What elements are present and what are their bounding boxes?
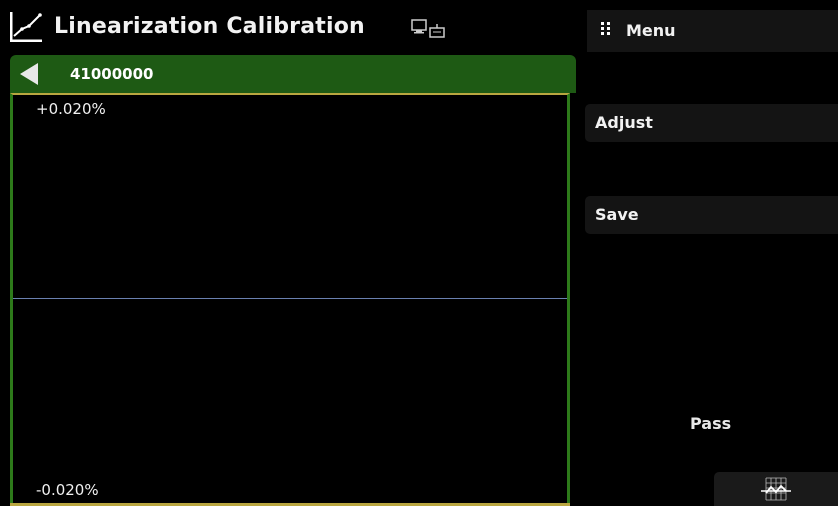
status-text: Pass <box>690 414 732 433</box>
grid-menu-icon <box>601 22 610 35</box>
back-arrow-icon[interactable] <box>16 61 44 87</box>
zero-line <box>13 298 567 299</box>
adjust-label: Adjust <box>595 113 653 132</box>
linearization-graph-icon <box>10 12 42 42</box>
menu-button[interactable] <box>587 10 838 52</box>
save-button[interactable]: Save <box>585 196 838 234</box>
save-label: Save <box>595 205 639 224</box>
calibration-plot <box>10 93 570 506</box>
graph-view-icon <box>761 477 791 501</box>
adjust-button[interactable]: Adjust <box>585 104 838 142</box>
remote-connection-icon <box>411 19 445 38</box>
channel-label: 41000000 <box>70 65 154 83</box>
y-min-label: -0.020% <box>36 481 99 499</box>
y-max-label: +0.020% <box>36 100 106 118</box>
menu-label: Menu <box>626 21 676 40</box>
page-title: Linearization Calibration <box>54 14 365 39</box>
